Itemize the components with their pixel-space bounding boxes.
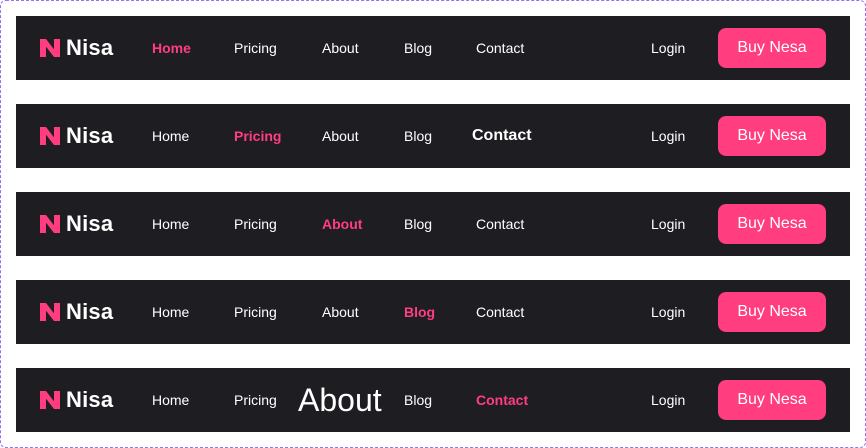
nav-link-contact[interactable]: Contact (476, 16, 524, 80)
brand-name: Nisa (66, 299, 114, 324)
nav-link-pricing[interactable]: Pricing (234, 104, 281, 168)
login-link[interactable]: Login (651, 16, 685, 80)
nav-link-about[interactable]: About (322, 104, 359, 168)
nav-link-pricing[interactable]: Pricing (234, 280, 277, 344)
login-link[interactable]: Login (651, 280, 685, 344)
brand-logo[interactable]: Nisa (40, 280, 113, 344)
n-logo-icon (40, 127, 60, 145)
n-logo-icon (40, 215, 60, 233)
n-logo-icon (40, 303, 60, 321)
brand-name: Nisa (66, 35, 114, 60)
buy-nesa-button[interactable]: Buy Nesa (718, 116, 826, 156)
brand-name: Nisa (66, 387, 114, 412)
navbar-variant-contact: Nisa Home Pricing About Blog Contact Log… (16, 368, 850, 432)
nav-link-blog[interactable]: Blog (404, 192, 432, 256)
nav-link-blog[interactable]: Blog (404, 280, 435, 344)
nav-link-contact[interactable]: Contact (476, 280, 524, 344)
login-link[interactable]: Login (651, 368, 685, 432)
login-link[interactable]: Login (651, 104, 685, 168)
brand-name: Nisa (66, 211, 114, 236)
buy-nesa-button[interactable]: Buy Nesa (718, 28, 826, 68)
nav-link-home[interactable]: Home (152, 280, 189, 344)
buy-nesa-button[interactable]: Buy Nesa (718, 380, 826, 420)
brand-logo[interactable]: Nisa (40, 104, 113, 168)
n-logo-icon (40, 39, 60, 57)
nav-link-pricing[interactable]: Pricing (234, 16, 277, 80)
navbar-variant-pricing: Nisa Home Pricing About Blog Contact Log… (16, 104, 850, 168)
n-logo-icon (40, 391, 60, 409)
nav-link-about[interactable]: About (322, 192, 362, 256)
buy-nesa-button[interactable]: Buy Nesa (718, 292, 826, 332)
nav-link-home[interactable]: Home (152, 192, 189, 256)
brand-logo[interactable]: Nisa (40, 192, 113, 256)
nav-link-contact[interactable]: Contact (476, 192, 524, 256)
login-link[interactable]: Login (651, 192, 685, 256)
buy-nesa-button[interactable]: Buy Nesa (718, 204, 826, 244)
nav-link-pricing[interactable]: Pricing (234, 192, 277, 256)
brand-name: Nisa (66, 123, 114, 148)
brand-logo[interactable]: Nisa (40, 16, 113, 80)
nav-link-about[interactable]: About (298, 368, 382, 432)
nav-link-home[interactable]: Home (152, 368, 189, 432)
navbar-variant-home: Nisa Home Pricing About Blog Contact Log… (16, 16, 850, 80)
navbar-variant-about: Nisa Home Pricing About Blog Contact Log… (16, 192, 850, 256)
nav-link-blog[interactable]: Blog (404, 16, 432, 80)
nav-link-about[interactable]: About (322, 16, 359, 80)
nav-link-about[interactable]: About (322, 280, 359, 344)
nav-link-contact[interactable]: Contact (472, 104, 532, 168)
nav-link-contact[interactable]: Contact (476, 368, 528, 432)
nav-link-blog[interactable]: Blog (404, 104, 432, 168)
brand-logo[interactable]: Nisa (40, 368, 113, 432)
nav-link-home[interactable]: Home (152, 16, 191, 80)
nav-link-pricing[interactable]: Pricing (234, 368, 277, 432)
nav-link-blog[interactable]: Blog (404, 368, 432, 432)
navbar-variant-blog: Nisa Home Pricing About Blog Contact Log… (16, 280, 850, 344)
nav-link-home[interactable]: Home (152, 104, 189, 168)
